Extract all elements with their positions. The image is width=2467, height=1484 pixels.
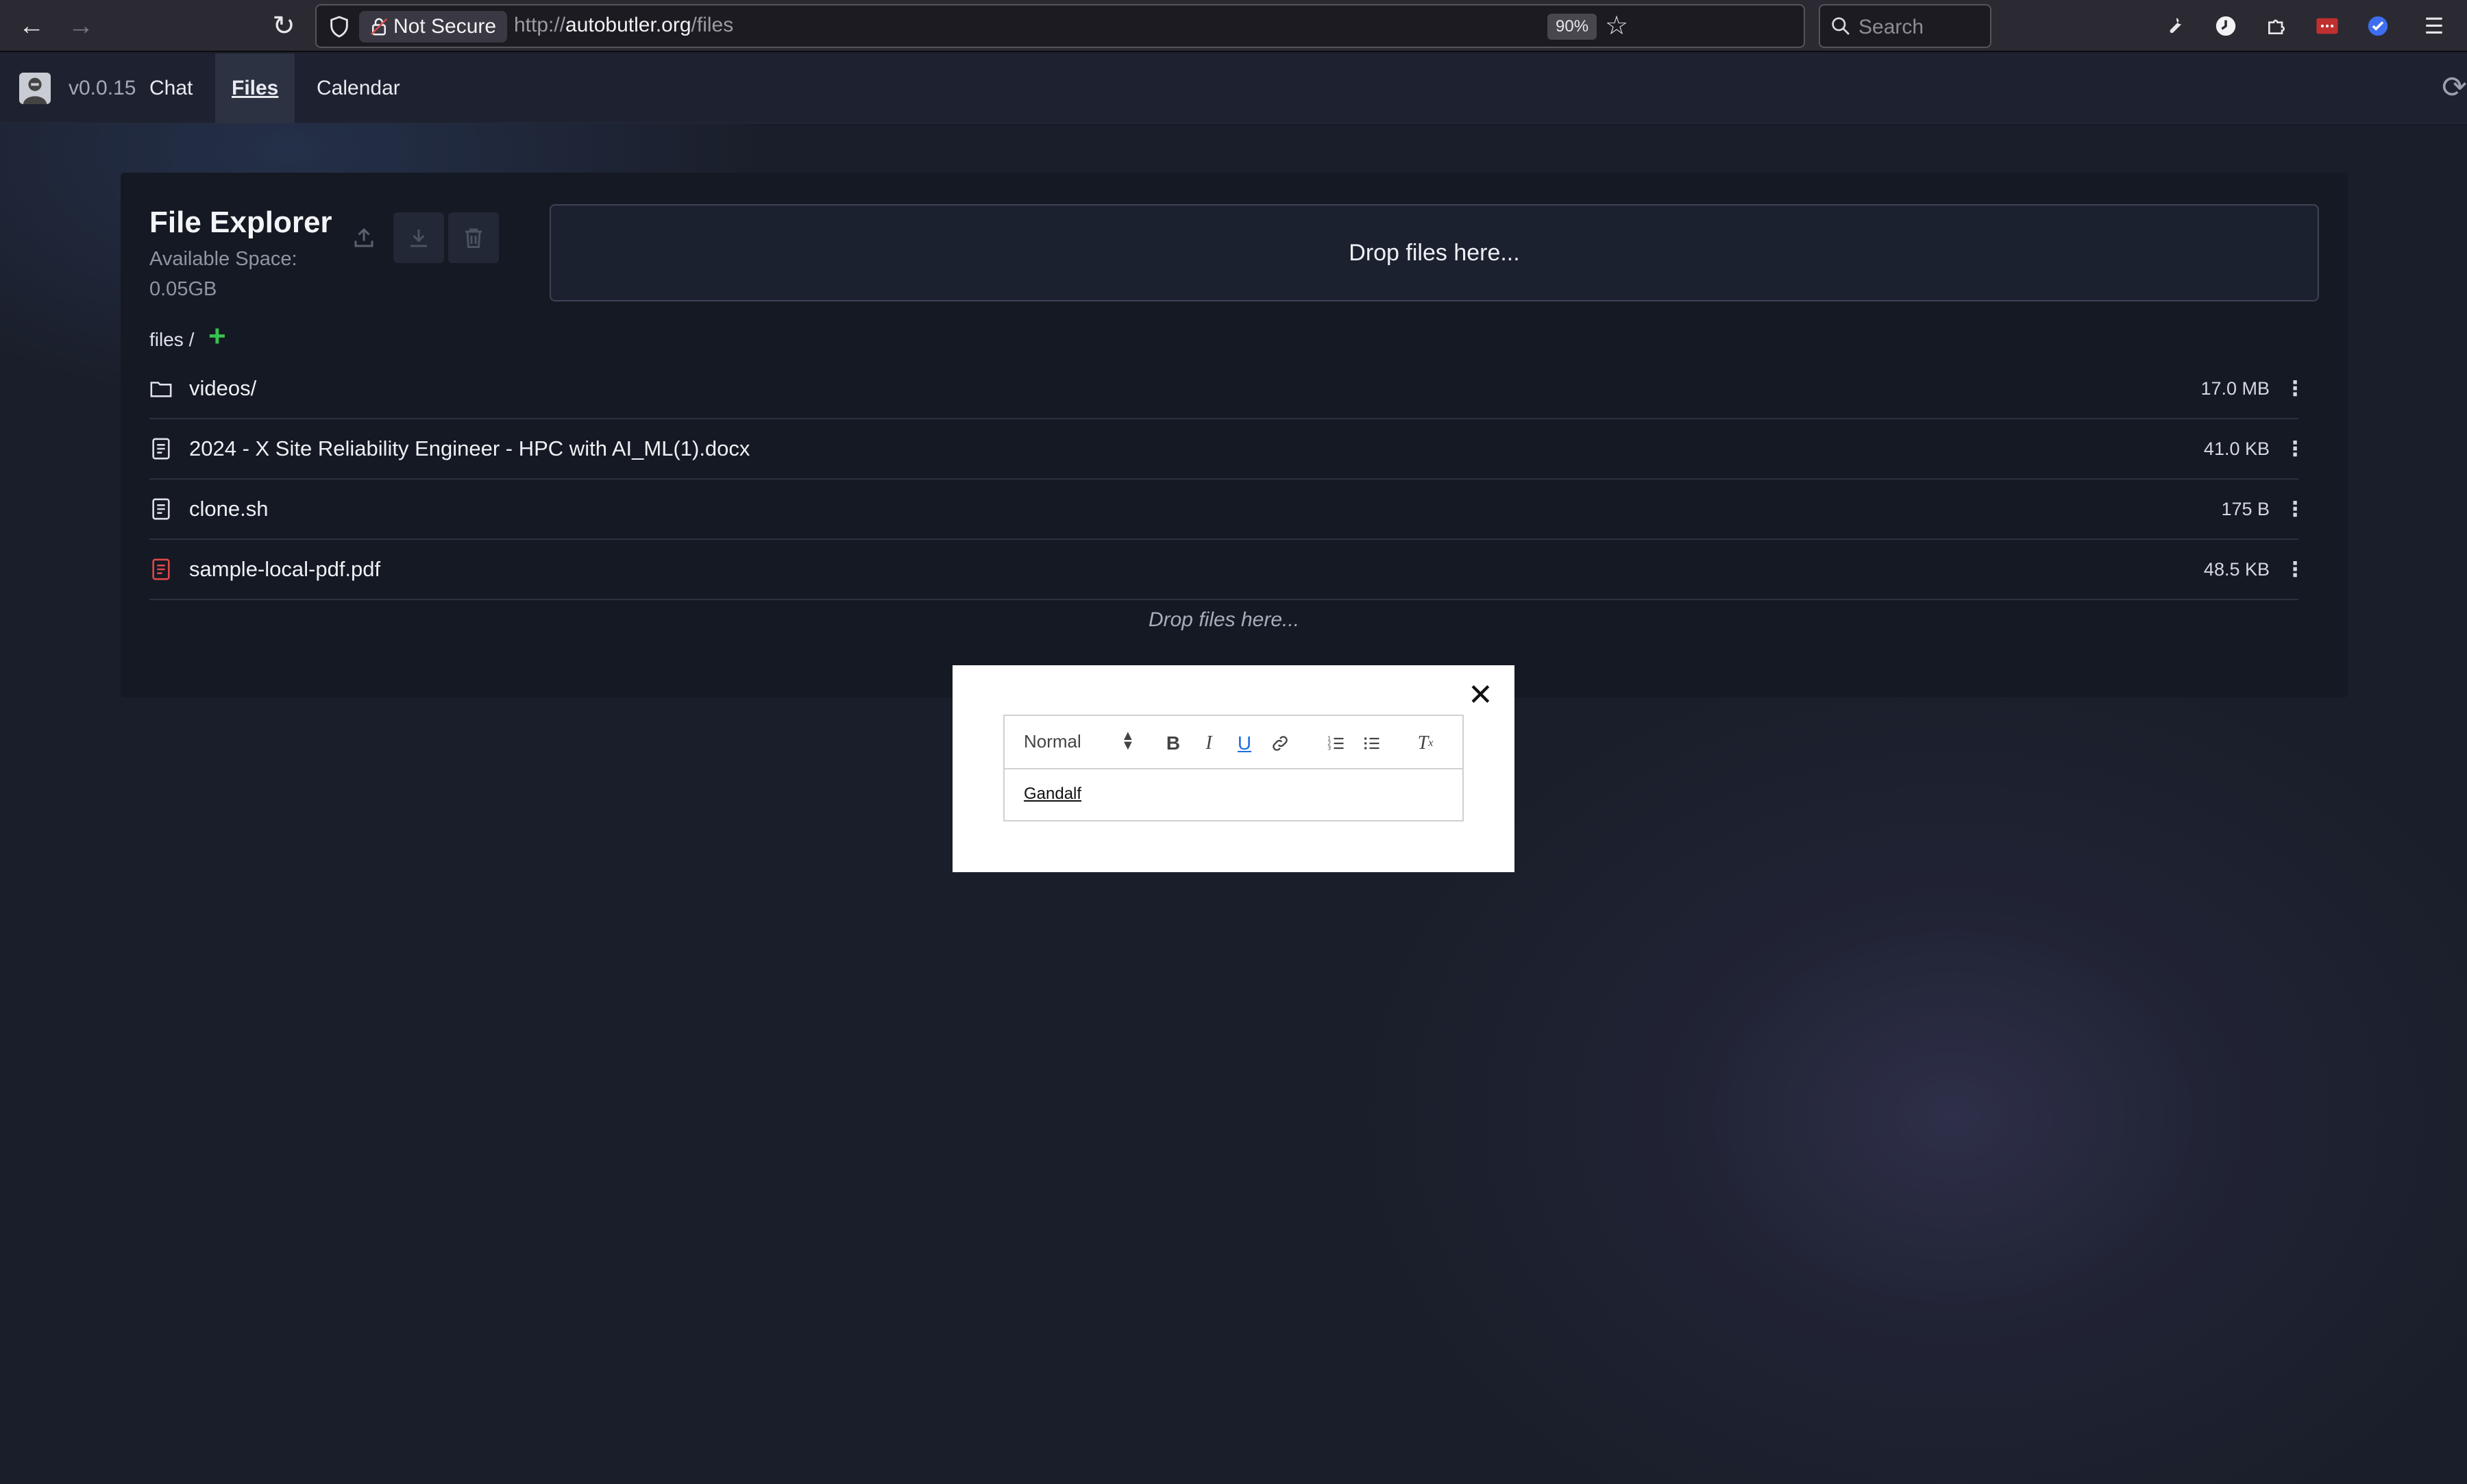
nav-files[interactable]: Files [215,53,295,123]
security-label: Not Secure [393,15,497,38]
url-text[interactable]: http://autobutler.org/files [514,14,733,37]
breadcrumb[interactable]: files / [149,329,194,351]
italic-icon[interactable]: I [1195,730,1223,757]
upload-icon [354,227,373,247]
menu-hamburger-icon[interactable]: ☰ [2419,11,2449,41]
file-size: 41.0 KB [2203,438,2270,459]
file-row-clone-sh[interactable]: clone.sh 175 B ⋮ [149,480,2305,540]
delete-button[interactable] [448,212,499,263]
clear-format-icon[interactable]: Tx [1412,730,1439,757]
vpn-shield-icon[interactable] [2363,11,2393,41]
ordered-list-icon[interactable]: 123 [1323,730,1350,757]
file-row-videos[interactable]: videos/ 17.0 MB ⋮ [149,359,2305,419]
file-name[interactable]: clone.sh [189,497,2221,521]
file-list: videos/ 17.0 MB ⋮ 2024 - X Site Reliabil… [149,359,2305,600]
browser-search-input[interactable]: Search [1819,4,1991,48]
underline-icon[interactable]: U [1231,730,1258,757]
document-icon [149,497,189,521]
sync-icon[interactable]: ⟳ [2442,73,2467,103]
more-options-icon[interactable]: ⋮ [2285,437,2305,461]
nav-calendar[interactable]: Calendar [300,53,417,123]
search-placeholder: Search [1858,16,1924,38]
add-folder-button[interactable]: + [208,319,226,354]
screen: ← → ↻ Not Secure http://autobutler.org/f… [0,0,2467,1484]
rich-text-editor: Normal ▲ ▼ B I U 123 Tx Gandalf [1003,715,1464,821]
bold-icon[interactable]: B [1159,730,1187,757]
clock-extension-icon[interactable] [2211,11,2241,41]
shield-icon [330,16,348,38]
app-version: v0.0.15 [69,77,136,99]
browser-toolbar: ← → ↻ Not Secure http://autobutler.org/f… [0,0,2467,52]
file-name[interactable]: sample-local-pdf.pdf [189,557,2204,582]
pdf-icon [149,558,189,581]
editor-toolbar: Normal ▲ ▼ B I U 123 Tx [1005,716,1462,769]
upload-button[interactable] [339,212,389,263]
extensions-puzzle-icon[interactable] [2261,11,2292,41]
reload-icon[interactable]: ↻ [265,7,303,45]
bookmark-star-icon[interactable]: ☆ [1605,12,1628,40]
format-select[interactable]: Normal [1024,731,1081,752]
bullet-list-icon[interactable] [1358,730,1386,757]
file-name[interactable]: 2024 - X Site Reliability Engineer - HPC… [189,436,2204,461]
zoom-indicator[interactable]: 90% [1547,14,1597,40]
editor-content[interactable]: Gandalf [1024,784,1081,804]
page-title: File Explorer [149,206,332,239]
list-drop-note[interactable]: Drop files here... [149,608,2298,632]
search-icon [1832,17,1850,35]
download-button[interactable] [393,212,444,263]
document-icon [149,437,189,460]
more-options-icon[interactable]: ⋮ [2285,558,2305,582]
url-prefix: http:// [514,14,566,36]
close-icon[interactable]: ✕ [1468,680,1493,710]
file-row-pdf[interactable]: sample-local-pdf.pdf 48.5 KB ⋮ [149,540,2305,600]
wrench-icon[interactable] [2160,11,2190,41]
nav-chat[interactable]: Chat [133,53,209,123]
available-space: Available Space: 0.05GB [149,248,297,300]
back-arrow-icon[interactable]: ← [12,7,51,45]
file-size: 175 B [2221,498,2270,519]
file-dropzone[interactable]: Drop files here... [550,204,2319,301]
more-options-icon[interactable]: ⋮ [2285,377,2305,401]
editor-modal: ✕ Normal ▲ ▼ B I U 123 Tx Gandalf [953,665,1514,872]
download-icon [410,230,427,247]
folder-icon [149,377,189,400]
file-row-docx[interactable]: 2024 - X Site Reliability Engineer - HPC… [149,419,2305,480]
file-size: 48.5 KB [2203,558,2270,580]
file-explorer-card: File Explorer Available Space: 0.05GB Dr… [121,173,2348,697]
security-indicator[interactable]: Not Secure [359,11,508,42]
svg-text:3: 3 [1327,744,1331,751]
trash-icon [465,228,482,248]
link-icon[interactable] [1266,730,1294,757]
chevron-updown-icon[interactable]: ▲ ▼ [1121,729,1135,752]
lock-insecure-icon [370,18,388,36]
forward-arrow-icon[interactable]: → [62,7,100,45]
file-size: 17.0 MB [2200,378,2270,399]
app-header: v0.0.15 Chat Files Calendar ⟳ [0,53,2467,123]
file-name[interactable]: videos/ [189,376,2200,401]
password-manager-icon[interactable] [2312,11,2342,41]
app-logo[interactable] [19,73,51,104]
url-host: autobutler.org [565,14,691,36]
address-bar[interactable]: Not Secure http://autobutler.org/files 9… [315,4,1805,48]
more-options-icon[interactable]: ⋮ [2285,497,2305,521]
url-path: /files [691,14,734,36]
